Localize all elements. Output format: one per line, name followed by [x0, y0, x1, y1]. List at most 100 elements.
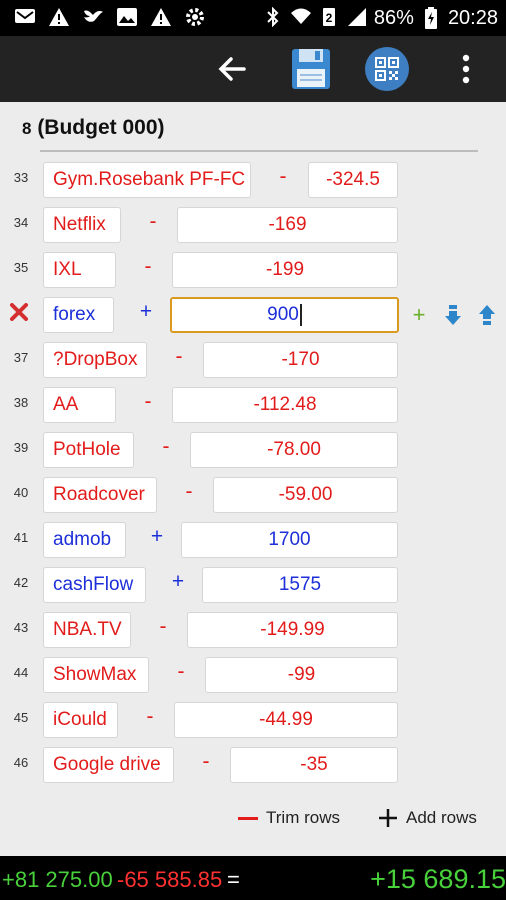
sign-toggle[interactable]: - — [198, 750, 214, 774]
item-name-field[interactable]: PotHole — [43, 432, 134, 468]
overflow-menu-button[interactable] — [452, 46, 480, 92]
trim-rows-label: Trim rows — [266, 808, 340, 827]
item-name-field[interactable]: forex — [43, 297, 114, 333]
item-name-field[interactable]: iCould — [43, 702, 118, 738]
item-name-field[interactable]: Google drive — [43, 747, 174, 783]
positive-total: +81 275.00 — [2, 867, 113, 892]
action-bar — [0, 36, 506, 102]
totals-bar: +81 275.00 -65 585.85 = +15 689.15 — [0, 856, 506, 900]
amount-field[interactable]: -59.00 — [213, 477, 398, 513]
item-name-field[interactable]: Netflix — [43, 207, 121, 243]
budget-title: 8 (Budget 000) — [22, 116, 165, 140]
qr-code-button[interactable] — [362, 46, 412, 92]
sign-toggle[interactable]: - — [181, 480, 197, 504]
amount-field[interactable]: -44.99 — [174, 702, 398, 738]
equals-sign: = — [227, 867, 240, 892]
wifi-icon — [290, 7, 312, 29]
sign-toggle[interactable]: + — [138, 300, 154, 324]
sign-toggle[interactable]: - — [140, 390, 156, 414]
budget-row: 37 ?DropBox - -170 — [0, 340, 506, 380]
battery-percent: 86% — [373, 6, 414, 29]
item-name-field[interactable]: Gym.Rosebank PF-FC — [43, 162, 251, 198]
budget-row: 46 Google drive - -35 — [0, 745, 506, 785]
sign-toggle[interactable]: - — [140, 255, 156, 279]
signal-icon — [346, 7, 368, 29]
row-number: 45 — [13, 710, 29, 725]
item-name-field[interactable]: IXL — [43, 252, 116, 288]
plus-icon — [379, 809, 397, 827]
item-name-field[interactable]: AA — [43, 387, 116, 423]
amount-field[interactable]: 1575 — [202, 567, 398, 603]
budget-row: 34 Netflix - -169 — [0, 205, 506, 245]
amount-field[interactable]: -112.48 — [172, 387, 398, 423]
add-row-below-button[interactable]: + — [406, 301, 432, 329]
back-arrow-icon — [218, 57, 246, 81]
bird-icon — [82, 7, 104, 29]
sign-toggle[interactable]: - — [158, 435, 174, 459]
amount-field[interactable]: -35 — [230, 747, 398, 783]
qr-code-icon — [365, 47, 409, 91]
sign-toggle[interactable]: - — [142, 705, 158, 729]
item-name-field[interactable]: admob — [43, 522, 126, 558]
net-total: +15 689.15 — [370, 864, 506, 894]
row-number: 44 — [13, 665, 29, 680]
overflow-menu-icon — [462, 54, 470, 84]
amount-field[interactable]: -170 — [203, 342, 398, 378]
warning-icon — [150, 7, 172, 29]
move-down-button[interactable] — [440, 301, 466, 329]
delete-row-button[interactable] — [6, 300, 32, 328]
move-up-icon — [479, 305, 495, 325]
sign-toggle[interactable]: - — [275, 165, 291, 189]
row-number: 34 — [13, 215, 29, 230]
row-number: 37 — [13, 350, 29, 365]
amount-field[interactable]: -169 — [177, 207, 398, 243]
sign-toggle[interactable]: - — [171, 345, 187, 369]
title-divider — [40, 150, 478, 152]
move-down-icon — [445, 305, 461, 325]
mail-icon — [14, 7, 36, 29]
item-name-field[interactable]: NBA.TV — [43, 612, 131, 648]
minus-icon — [238, 816, 258, 820]
amount-field[interactable]: 1700 — [181, 522, 398, 558]
budget-row: 33 Gym.Rosebank PF-FC - -324.5 — [0, 160, 506, 200]
sign-toggle[interactable]: - — [145, 210, 161, 234]
image-icon — [116, 7, 138, 29]
amount-field[interactable]: -199 — [172, 252, 398, 288]
add-icon: + — [412, 302, 426, 327]
amount-field[interactable]: -99 — [205, 657, 398, 693]
row-number: 46 — [13, 755, 29, 770]
row-number: 43 — [13, 620, 29, 635]
add-rows-button[interactable]: Add rows — [378, 808, 477, 828]
row-number: 33 — [13, 170, 29, 185]
row-number: 41 — [13, 530, 29, 545]
item-name-field[interactable]: ?DropBox — [43, 342, 147, 378]
text-caret — [299, 303, 302, 326]
item-name-field[interactable]: ShowMax — [43, 657, 149, 693]
svg-text:2: 2 — [326, 11, 333, 25]
battery-charging-icon — [420, 7, 442, 29]
save-button[interactable] — [288, 46, 334, 92]
sign-toggle[interactable]: + — [149, 525, 165, 549]
amount-field[interactable]: -78.00 — [190, 432, 398, 468]
item-name-field[interactable]: Roadcover — [43, 477, 157, 513]
sign-toggle[interactable]: - — [173, 660, 189, 684]
budget-row: 39 PotHole - -78.00 — [0, 430, 506, 470]
sign-toggle[interactable]: - — [155, 615, 171, 639]
sign-toggle[interactable]: + — [170, 570, 186, 594]
budget-row: 35 IXL - -199 — [0, 250, 506, 290]
move-up-button[interactable] — [474, 301, 500, 329]
amount-field[interactable]: -149.99 — [187, 612, 398, 648]
clock: 20:28 — [447, 6, 498, 29]
item-name-field[interactable]: cashFlow — [43, 567, 146, 603]
budget-row: 44 ShowMax - -99 — [0, 655, 506, 695]
sim2-icon: 2 — [318, 7, 340, 29]
back-button[interactable] — [212, 46, 252, 92]
budget-row: 40 Roadcover - -59.00 — [0, 475, 506, 515]
amount-field[interactable]: -324.5 — [308, 162, 398, 198]
system-icons: 2 86% 20:28 — [262, 7, 498, 30]
save-icon — [292, 49, 330, 89]
delete-row-icon — [10, 303, 28, 321]
trim-rows-button[interactable]: Trim rows — [238, 808, 340, 828]
amount-field[interactable]: 900 — [170, 297, 399, 333]
negative-total: -65 585.85 — [117, 867, 223, 892]
